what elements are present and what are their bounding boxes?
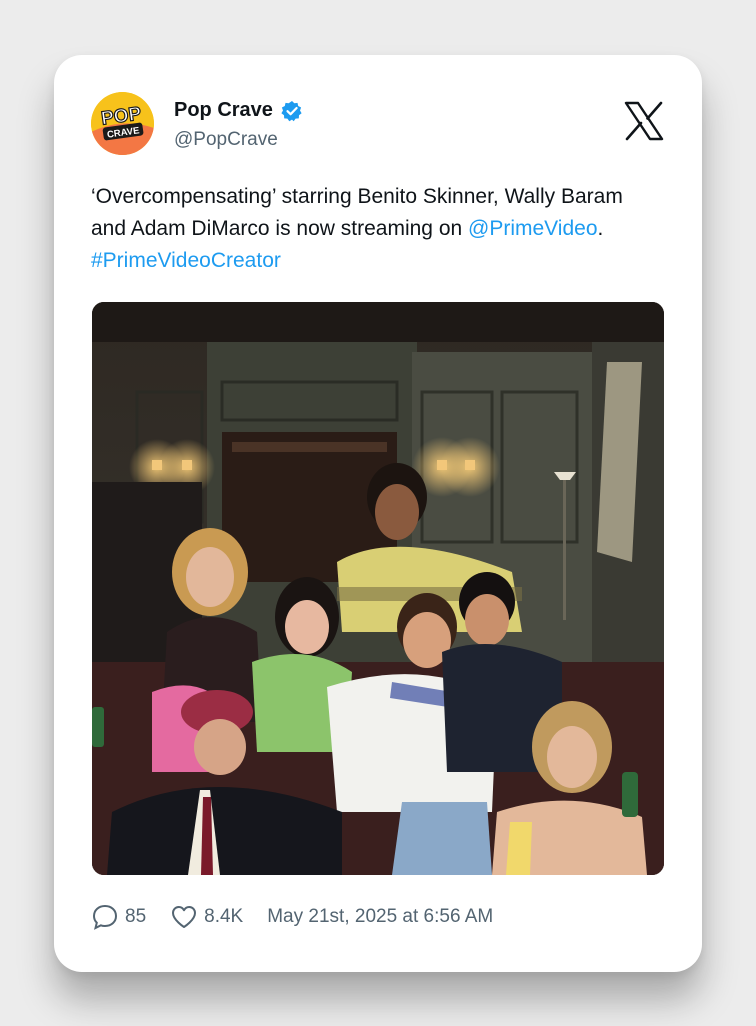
reply-count: 85: [125, 906, 147, 927]
account-name[interactable]: Pop Crave: [174, 99, 273, 122]
heart-icon: [172, 906, 197, 928]
tweet-photo[interactable]: [92, 302, 664, 875]
like-count: 8.4K: [204, 906, 244, 927]
reply-bubble-icon: [92, 904, 118, 930]
x-logo-icon[interactable]: [624, 101, 664, 141]
account-handle[interactable]: @PopCrave: [174, 129, 278, 151]
verified-badge-icon: [281, 100, 303, 122]
mention-link[interactable]: @PrimeVideo: [468, 217, 598, 240]
tweet-card: POP CRAVE Pop Crave @PopCrave ‘Overcompe…: [54, 55, 702, 972]
reply-stat[interactable]: 85: [91, 903, 146, 931]
timestamp[interactable]: May 21st, 2025 at 6:56 AM: [267, 906, 493, 928]
tweet-separator: .: [597, 217, 604, 240]
tweet-footer: 85 8.4K May 21st, 2025 at 6:56 AM: [91, 903, 493, 931]
avatar[interactable]: POP CRAVE: [91, 92, 154, 155]
like-stat[interactable]: 8.4K: [170, 903, 243, 931]
hashtag-link[interactable]: #PrimeVideoCreator: [91, 249, 281, 272]
tweet-text: ‘Overcompensating’ starring Benito Skinn…: [91, 181, 661, 277]
